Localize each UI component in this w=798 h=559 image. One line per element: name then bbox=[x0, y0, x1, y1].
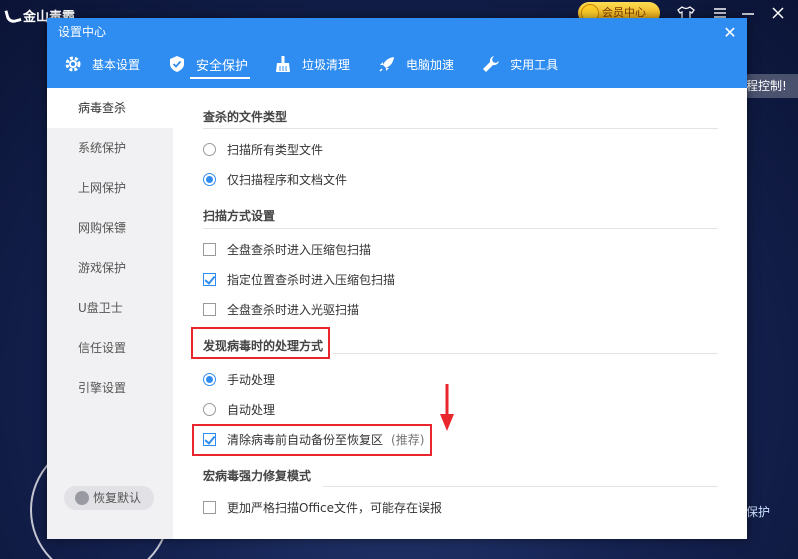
sidebar-item-label: 网购保镖 bbox=[78, 221, 127, 235]
sidebar-item-web-protection[interactable]: 上网保护 bbox=[47, 168, 173, 208]
radio-auto-handling[interactable]: 自动处理 bbox=[203, 401, 275, 418]
tab-basic-settings[interactable]: 基本设置 bbox=[56, 51, 148, 77]
sidebar-item-label: 信任设置 bbox=[78, 341, 127, 355]
sidebar-item-label: 病毒查杀 bbox=[78, 101, 127, 115]
checkbox[interactable] bbox=[203, 303, 216, 316]
checkbox-full-scan-optical[interactable]: 全盘查杀时进入光驱扫描 bbox=[203, 301, 359, 318]
dialog-header: 设置中心 ✕ 基本设置 安全保护 垃圾清理 电脑加速 实用工具 bbox=[47, 18, 747, 88]
tab-label: 电脑加速 bbox=[406, 57, 455, 72]
option-label: 自动处理 bbox=[227, 403, 276, 417]
sidebar-item-usb-guard[interactable]: U盘卫士 bbox=[47, 288, 173, 328]
logo-icon bbox=[4, 6, 22, 25]
checkbox[interactable] bbox=[203, 243, 216, 256]
radio-scan-all-files[interactable]: 扫描所有类型文件 bbox=[203, 141, 323, 158]
tab-utilities[interactable]: 实用工具 bbox=[474, 51, 566, 77]
power-icon bbox=[75, 491, 89, 505]
background-link[interactable]: 保护 bbox=[746, 503, 770, 520]
red-arrow-icon bbox=[440, 384, 454, 431]
option-label: 全盘查杀时进入压缩包扫描 bbox=[227, 243, 372, 257]
option-label: 指定位置查杀时进入压缩包扫描 bbox=[227, 273, 396, 287]
sidebar-item-label: 游戏保护 bbox=[78, 261, 127, 275]
tab-bar: 基本设置 安全保护 垃圾清理 电脑加速 实用工具 bbox=[47, 51, 566, 88]
radio-button[interactable] bbox=[203, 173, 216, 186]
checkbox[interactable] bbox=[203, 273, 216, 286]
sidebar-item-game-protection[interactable]: 游戏保护 bbox=[47, 248, 173, 288]
sidebar: 病毒查杀 系统保护 上网保护 网购保镖 游戏保护 U盘卫士 信任设置 引擎设置 bbox=[47, 88, 173, 539]
sidebar-item-trust-settings[interactable]: 信任设置 bbox=[47, 328, 173, 368]
option-label: 更加严格扫描Office文件，可能存在误报 bbox=[227, 501, 443, 515]
gear-icon bbox=[64, 55, 82, 73]
radio-button[interactable] bbox=[203, 143, 216, 156]
option-label: 清除病毒前自动备份至恢复区 bbox=[227, 433, 384, 447]
window-close-icon[interactable] bbox=[771, 6, 785, 24]
section-title-macro-repair: 宏病毒强力修复模式 bbox=[203, 469, 312, 483]
side-tab-text: 程控制! bbox=[746, 79, 787, 93]
tab-label: 安全保护 bbox=[196, 58, 249, 74]
radio-button[interactable] bbox=[203, 403, 216, 416]
restore-defaults-button[interactable]: 恢复默认 bbox=[64, 486, 154, 510]
broom-icon bbox=[274, 55, 292, 73]
section-divider bbox=[203, 228, 718, 229]
sidebar-item-virus-scan[interactable]: 病毒查杀 bbox=[47, 88, 173, 128]
checkbox-custom-scan-archives[interactable]: 指定位置查杀时进入压缩包扫描 bbox=[203, 271, 395, 288]
sidebar-item-system-protection[interactable]: 系统保护 bbox=[47, 128, 173, 168]
section-title-scan-mode: 扫描方式设置 bbox=[203, 209, 276, 223]
sidebar-item-engine-settings[interactable]: 引擎设置 bbox=[47, 368, 173, 408]
sidebar-item-label: U盘卫士 bbox=[78, 301, 123, 315]
radio-scan-programs-docs[interactable]: 仅扫描程序和文档文件 bbox=[203, 171, 347, 188]
section-divider bbox=[333, 353, 718, 354]
shield-icon bbox=[168, 55, 186, 73]
settings-dialog: 设置中心 ✕ 基本设置 安全保护 垃圾清理 电脑加速 实用工具 病毒查杀 系统保… bbox=[47, 18, 747, 539]
restore-defaults-label: 恢复默认 bbox=[93, 491, 142, 505]
section-divider bbox=[203, 128, 718, 129]
section-title-file-types: 查杀的文件类型 bbox=[203, 110, 288, 124]
tab-speed-up[interactable]: 电脑加速 bbox=[370, 51, 462, 77]
settings-content: 查杀的文件类型 扫描所有类型文件 仅扫描程序和文档文件 扫描方式设置 全盘查杀时… bbox=[173, 88, 747, 539]
tab-label: 实用工具 bbox=[510, 57, 559, 72]
tab-label: 基本设置 bbox=[92, 57, 141, 72]
rocket-icon bbox=[378, 55, 396, 73]
section-divider bbox=[323, 486, 718, 487]
sidebar-item-shopping-guard[interactable]: 网购保镖 bbox=[47, 208, 173, 248]
option-label: 仅扫描程序和文档文件 bbox=[227, 173, 348, 187]
background-side-tab: 程控制! bbox=[738, 74, 798, 98]
sidebar-item-label: 上网保护 bbox=[78, 181, 127, 195]
radio-button[interactable] bbox=[203, 373, 216, 386]
checkbox-backup-before-clean[interactable]: 清除病毒前自动备份至恢复区 (推荐) bbox=[203, 431, 424, 448]
close-icon[interactable]: ✕ bbox=[721, 24, 739, 42]
section-title-virus-handling: 发现病毒时的处理方式 bbox=[203, 339, 324, 353]
recommend-tag: (推荐) bbox=[391, 433, 425, 447]
tab-security[interactable]: 安全保护 bbox=[160, 51, 256, 79]
checkbox-full-scan-archives[interactable]: 全盘查杀时进入压缩包扫描 bbox=[203, 241, 371, 258]
wrench-icon bbox=[482, 55, 500, 73]
checkbox[interactable] bbox=[203, 433, 216, 446]
radio-manual-handling[interactable]: 手动处理 bbox=[203, 371, 275, 388]
sidebar-item-label: 引擎设置 bbox=[78, 381, 127, 395]
option-label: 扫描所有类型文件 bbox=[227, 143, 324, 157]
dialog-title: 设置中心 bbox=[58, 25, 107, 39]
checkbox-strict-office-scan[interactable]: 更加严格扫描Office文件，可能存在误报 bbox=[203, 499, 442, 516]
sidebar-item-label: 系统保护 bbox=[78, 141, 127, 155]
tab-junk-clean[interactable]: 垃圾清理 bbox=[266, 51, 358, 77]
option-label: 全盘查杀时进入光驱扫描 bbox=[227, 303, 360, 317]
option-label: 手动处理 bbox=[227, 373, 276, 387]
tab-label: 垃圾清理 bbox=[302, 57, 351, 72]
checkbox[interactable] bbox=[203, 501, 216, 514]
